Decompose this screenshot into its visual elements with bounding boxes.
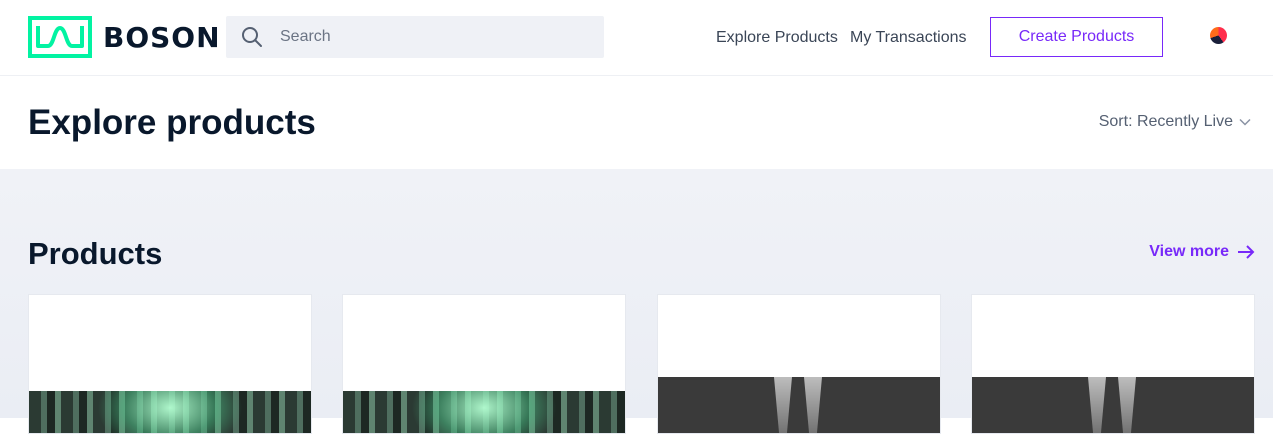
product-image	[972, 377, 1254, 433]
product-card[interactable]	[28, 294, 312, 434]
nav-my-transactions[interactable]: My Transactions	[850, 28, 966, 48]
boson-logo[interactable]: BOSON	[28, 16, 221, 58]
create-products-button[interactable]: Create Products	[990, 17, 1163, 57]
products-section: Products View more	[0, 169, 1273, 434]
chevron-down-icon	[1239, 118, 1251, 126]
product-image	[658, 377, 940, 433]
search-icon	[242, 27, 262, 47]
page-title: Explore products	[28, 103, 316, 142]
page-title-bar: Explore products Sort: Recently Live	[0, 77, 1273, 169]
product-card[interactable]	[971, 294, 1255, 434]
top-header: BOSON Explore Products My Transactions C…	[0, 0, 1273, 76]
sort-dropdown[interactable]: Sort: Recently Live	[1099, 113, 1251, 131]
product-image	[343, 391, 625, 433]
wallet-avatar[interactable]	[1210, 27, 1227, 44]
sort-label: Sort: Recently Live	[1098, 113, 1233, 130]
products-heading: Products	[28, 236, 163, 271]
boson-logo-icon	[28, 16, 92, 58]
product-card[interactable]	[342, 294, 626, 434]
logo-text: BOSON	[103, 20, 221, 54]
product-card[interactable]	[657, 294, 941, 434]
view-more-link[interactable]: View more	[1149, 243, 1255, 261]
search-input[interactable]	[278, 27, 578, 47]
search-bar[interactable]	[226, 16, 604, 58]
arrow-right-icon	[1238, 245, 1255, 259]
nav-explore-products[interactable]: Explore Products	[716, 28, 838, 48]
product-image	[29, 391, 311, 433]
view-more-label: View more	[1149, 243, 1229, 260]
